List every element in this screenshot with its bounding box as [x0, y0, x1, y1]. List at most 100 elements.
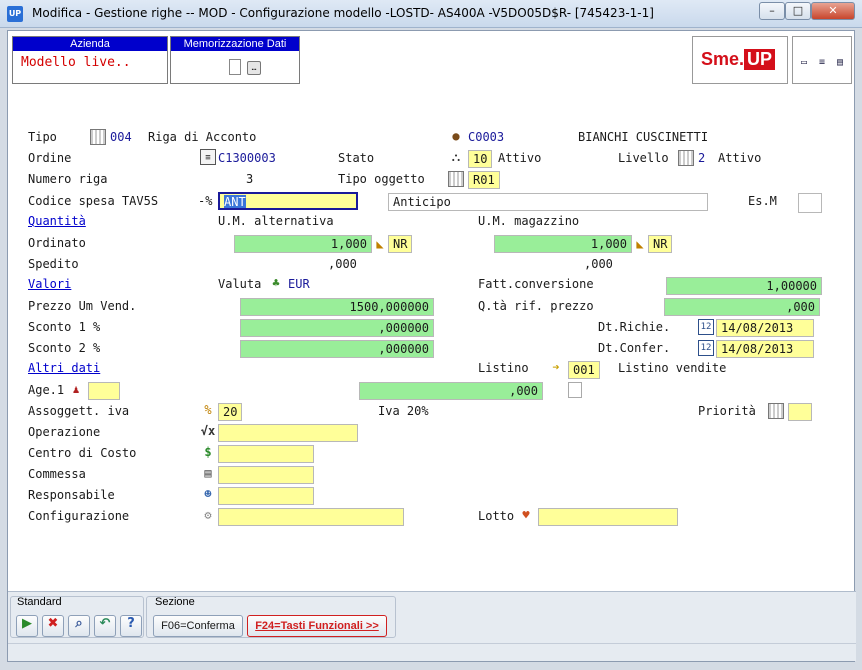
- codice-spesa-value: ANT: [224, 195, 246, 209]
- logo-up: UP: [744, 49, 776, 70]
- age1-amount-field[interactable]: ,000: [359, 382, 543, 400]
- fatt-conversione-field[interactable]: 1,00000: [666, 277, 822, 295]
- arrow-icon[interactable]: ➔: [548, 359, 564, 375]
- calendar-icon-2[interactable]: 12: [698, 340, 714, 356]
- back-icon[interactable]: ↶: [94, 615, 116, 637]
- sezione-label: Sezione: [155, 596, 195, 608]
- sqrt-icon[interactable]: √x: [200, 423, 216, 439]
- window-title: Modifica - Gestione righe -- MOD - Confi…: [32, 6, 654, 20]
- dt-confer-field[interactable]: 14/08/2013: [716, 340, 814, 358]
- calendar-icon[interactable]: 12: [698, 319, 714, 335]
- commessa-field[interactable]: [218, 466, 314, 484]
- priorita-grid-icon[interactable]: [768, 403, 784, 419]
- fatt-conversione-label: Fatt.conversione: [478, 277, 594, 291]
- listino-desc: Listino vendite: [618, 361, 727, 375]
- worker-icon[interactable]: ☻: [200, 486, 216, 502]
- codice-spesa-prefix: -%: [198, 194, 213, 208]
- sconto2-field[interactable]: ,000000: [240, 340, 434, 358]
- livello-grid-icon[interactable]: [678, 150, 694, 166]
- ordinato-alt-field[interactable]: 1,000: [234, 235, 372, 253]
- age1-checkbox[interactable]: [568, 382, 582, 398]
- livello-desc: Attivo: [718, 151, 762, 165]
- lotto-icon[interactable]: ♥: [518, 507, 534, 523]
- agent-icon[interactable]: ♟: [68, 382, 84, 398]
- ordinato-mag-field[interactable]: 1,000: [494, 235, 632, 253]
- azienda-box: Azienda Modello live..: [12, 36, 168, 84]
- centro-costo-field[interactable]: [218, 445, 314, 463]
- configurazione-field[interactable]: [218, 508, 404, 526]
- codice-spesa-field[interactable]: ANT: [218, 192, 358, 210]
- responsabile-label: Responsabile: [28, 488, 115, 502]
- f06-button[interactable]: F06=Conferma: [153, 615, 243, 637]
- stato-code-field[interactable]: 10: [468, 150, 492, 168]
- azienda-value: Modello live..: [21, 55, 131, 70]
- qrif-label: Q.tà rif. prezzo: [478, 299, 594, 313]
- sconto1-field[interactable]: ,000000: [240, 319, 434, 337]
- close-button[interactable]: ✕: [811, 2, 855, 20]
- memo-checkbox[interactable]: [229, 59, 241, 75]
- hierarchy-icon[interactable]: ⛬: [448, 149, 464, 165]
- ordinato-alt-um[interactable]: NR: [388, 235, 412, 253]
- dollar-icon[interactable]: $: [200, 444, 216, 460]
- operazione-field[interactable]: [218, 424, 358, 442]
- pencil-icon-2[interactable]: ◣: [632, 236, 648, 252]
- maximize-button[interactable]: □: [785, 2, 811, 20]
- valuta-value: EUR: [288, 277, 310, 291]
- document-icon[interactable]: ≡: [200, 149, 216, 165]
- spedito-mag-value: ,000: [584, 257, 613, 271]
- cliente-name: BIANCHI CUSCINETTI: [578, 130, 709, 144]
- gear-icon[interactable]: ⚙: [200, 507, 216, 523]
- toolbox: ▭ ≡ ▤: [792, 36, 852, 84]
- quantita-section: Quantità: [28, 214, 86, 228]
- responsabile-field[interactable]: [218, 487, 314, 505]
- play-icon[interactable]: ▶: [16, 615, 38, 637]
- qrif-field[interactable]: ,000: [664, 298, 820, 316]
- um-mag-label: U.M. magazzino: [478, 214, 580, 228]
- tipo-oggetto-label: Tipo oggetto: [338, 172, 425, 186]
- dt-richie-field[interactable]: 14/08/2013: [716, 319, 814, 337]
- sconto2-label: Sconto 2 %: [28, 341, 101, 355]
- numero-riga-value: 3: [246, 172, 254, 186]
- lotto-field[interactable]: [538, 508, 678, 526]
- priorita-field[interactable]: [788, 403, 812, 421]
- esm-label: Es.M: [748, 194, 777, 208]
- prezzo-field[interactable]: 1500,000000: [240, 298, 434, 316]
- esm-field[interactable]: [798, 193, 822, 213]
- person-icon[interactable]: ●: [448, 128, 464, 144]
- monitor-icon[interactable]: ▭: [797, 57, 811, 69]
- sconto1-label: Sconto 1 %: [28, 320, 101, 334]
- codice-spesa-desc-field[interactable]: Anticipo: [388, 193, 708, 211]
- pencil-icon[interactable]: ◣: [372, 236, 388, 252]
- tipo-oggetto-field[interactable]: R01: [468, 171, 500, 189]
- iva-field[interactable]: 20: [218, 403, 242, 421]
- centro-costo-label: Centro di Costo: [28, 446, 137, 460]
- configurazione-label: Configurazione: [28, 509, 130, 523]
- cliente-code: C0003: [468, 130, 505, 144]
- grid-icon[interactable]: [90, 129, 106, 145]
- ordine-label: Ordine: [28, 151, 72, 165]
- document-dollar-icon[interactable]: ▤: [200, 465, 216, 481]
- help-icon[interactable]: ?: [120, 615, 142, 637]
- age1-field[interactable]: [88, 382, 120, 400]
- dt-richie-label: Dt.Richie.: [598, 320, 671, 334]
- numero-riga-label: Numero riga: [28, 172, 108, 186]
- listino-field[interactable]: 001: [568, 361, 600, 379]
- money-icon[interactable]: ♣: [268, 275, 284, 291]
- iva-label: Assoggett. iva: [28, 404, 130, 418]
- search-icon[interactable]: ⌕: [68, 615, 90, 637]
- memo-button[interactable]: …: [247, 61, 261, 75]
- dt-confer-label: Dt.Confer.: [598, 341, 671, 355]
- ordinato-mag-um[interactable]: NR: [648, 235, 672, 253]
- book-icon[interactable]: ▤: [833, 57, 847, 69]
- memo-label: Memorizzazione Dati Video: [171, 37, 299, 64]
- codice-spesa-label: Codice spesa TAV5S: [28, 194, 159, 208]
- f24-button[interactable]: F24=Tasti Funzionali >>: [247, 615, 387, 637]
- iva-desc: Iva 20%: [378, 404, 429, 418]
- tipo-code: 004: [110, 130, 132, 144]
- commessa-label: Commessa: [28, 467, 86, 481]
- minimize-button[interactable]: –: [759, 2, 785, 20]
- tipo-oggetto-grid-icon[interactable]: [448, 171, 464, 187]
- list-icon[interactable]: ≡: [815, 57, 829, 69]
- tax-icon[interactable]: %: [200, 402, 216, 418]
- cancel-icon[interactable]: ✖: [42, 615, 64, 637]
